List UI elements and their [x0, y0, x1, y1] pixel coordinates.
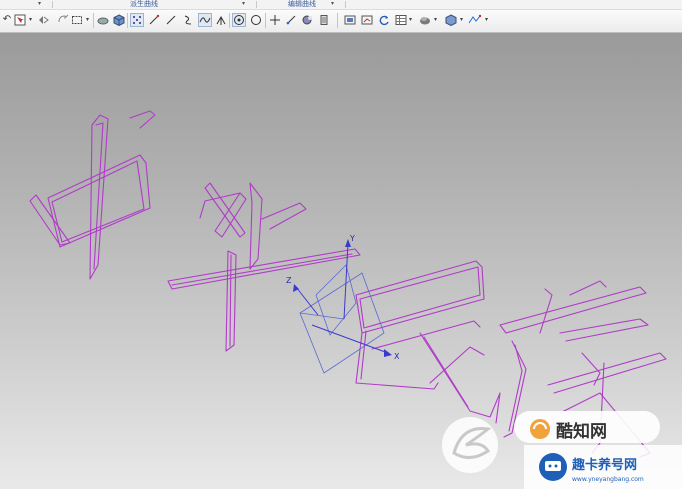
curve-outlines: X Y Z 酷知网 趣卡养号网 www.yneyangbang.com — [29, 110, 682, 489]
char-zhong-outline — [29, 110, 156, 280]
watermark-logo-quka: 趣卡养号网 www.yneyangbang.com — [524, 445, 682, 489]
watermark-logo-leaf — [442, 417, 498, 473]
layer-icon[interactable] — [418, 13, 432, 27]
dropdown-arrow-icon[interactable]: ▾ — [485, 16, 488, 23]
nx-window: ▾ 派生曲线 ▾ 编辑曲线 ▾ ↶ ▾ ▾ ▾ ▾ ▾ ▾ X Y Z 酷知网 … — [0, 0, 682, 489]
shaded-cube-icon[interactable] — [112, 13, 126, 27]
watermark-logo-kuzhi: 酷知网 — [514, 411, 660, 443]
studio-spline-icon[interactable] — [198, 13, 212, 27]
group-dropdown-icon[interactable]: ▾ — [331, 0, 334, 7]
y-axis-label: Y — [349, 234, 355, 243]
view-cube-icon[interactable] — [444, 13, 458, 27]
toolbar-separator — [265, 13, 266, 28]
circle-center-icon[interactable] — [232, 13, 246, 27]
group-label-derived-curves: 派生曲线 — [130, 0, 158, 8]
show-hide-icon[interactable] — [360, 13, 374, 27]
toolbar-separator — [127, 13, 128, 28]
undo-icon[interactable]: ↶ — [0, 13, 14, 27]
group-divider — [345, 1, 346, 8]
group-dropdown-icon[interactable]: ▾ — [242, 0, 245, 7]
group-label-edit-curves: 编辑曲线 — [288, 0, 316, 8]
watermark-quka-url: www.yneyangbang.com — [572, 476, 644, 483]
trim-curve-icon[interactable] — [317, 13, 331, 27]
intersection-icon[interactable] — [214, 13, 228, 27]
line-icon[interactable] — [147, 13, 161, 27]
box-select-icon[interactable] — [70, 13, 84, 27]
point-icon[interactable] — [268, 13, 282, 27]
group-dropdown-icon[interactable]: ▾ — [38, 0, 41, 7]
toolbar-separator — [229, 13, 230, 28]
ribbon-group-labels: ▾ 派生曲线 ▾ 编辑曲线 ▾ — [0, 0, 682, 10]
arc-icon[interactable] — [164, 13, 178, 27]
watermark-quka-text: 趣卡养号网 — [571, 457, 637, 473]
x-axis-label: X — [394, 352, 400, 361]
watermark-kuzhi-text: 酷知网 — [556, 421, 607, 442]
char-hua-outline — [167, 182, 361, 352]
dropdown-arrow-icon[interactable]: ▾ — [29, 16, 32, 23]
graphics-window[interactable]: X Y Z 酷知网 趣卡养号网 www.yneyangbang.com — [0, 33, 682, 489]
spline-icon[interactable] — [181, 13, 195, 27]
toolbar-separator — [93, 13, 94, 28]
coordinate-system[interactable]: X Y Z — [286, 234, 400, 374]
char-min-outline — [355, 260, 501, 424]
group-divider — [52, 1, 53, 8]
table-icon[interactable] — [394, 13, 408, 27]
snap-icon[interactable] — [36, 13, 50, 27]
circle-icon[interactable] — [249, 13, 263, 27]
orient-icon[interactable] — [468, 13, 482, 27]
point-set-icon[interactable] — [130, 13, 144, 27]
curve-length-icon[interactable] — [343, 13, 357, 27]
wireframe-cube-icon[interactable] — [96, 13, 110, 27]
refresh-icon[interactable] — [377, 13, 391, 27]
toolbar: ↶ ▾ ▾ ▾ ▾ ▾ ▾ — [0, 10, 682, 33]
dropdown-arrow-icon[interactable]: ▾ — [460, 16, 463, 23]
dropdown-arrow-icon[interactable]: ▾ — [86, 16, 89, 23]
offset-curve-icon[interactable] — [284, 13, 298, 27]
dropdown-arrow-icon[interactable]: ▾ — [409, 16, 412, 23]
dropdown-arrow-icon[interactable]: ▾ — [434, 16, 437, 23]
z-axis-label: Z — [286, 276, 292, 285]
toolbar-separator — [337, 13, 338, 28]
rotate-icon[interactable] — [56, 13, 70, 27]
group-divider — [256, 1, 257, 8]
select-filter-icon[interactable] — [13, 13, 27, 27]
bridge-curve-icon[interactable] — [301, 13, 315, 27]
